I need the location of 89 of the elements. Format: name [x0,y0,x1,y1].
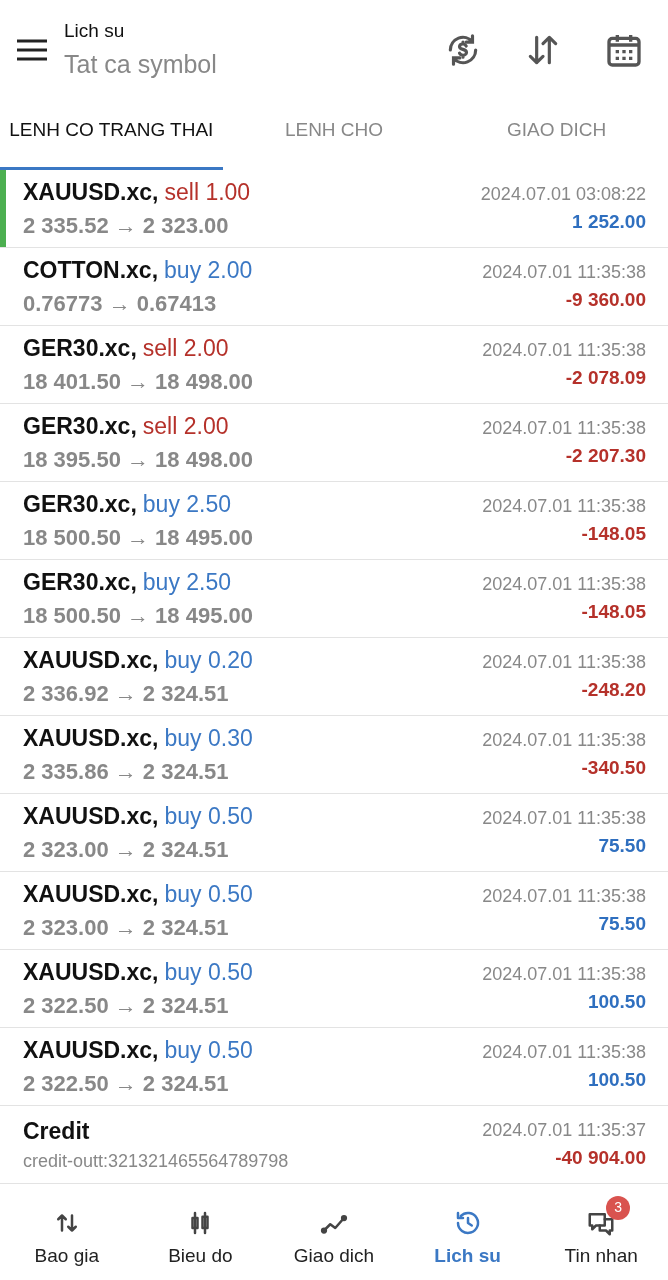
history-row[interactable]: XAUUSD.xc, buy 0.50 2 322.50 → 2 324.51 2024.07.01 11:35:38 100.50 [0,950,668,1028]
symbol-label: COTTON.xc, [23,255,159,285]
unread-badge: 3 [606,1195,631,1220]
menu-icon[interactable] [16,38,48,62]
screen-title: Lich su [64,19,126,43]
nav-tab[interactable]: 3 Tin nhan [534,1193,668,1271]
history-row[interactable]: XAUUSD.xc, sell 1.00 2 335.52 → 2 323.00 2024.07.01 03:08:22 1 252.00 [0,170,668,248]
profit-value: 100.50 [587,1067,646,1092]
symbol-label: XAUUSD.xc, [23,957,159,987]
order-time: 2024.07.01 11:35:38 [482,884,646,908]
nav-tab[interactable]: Bieu do [133,1193,268,1271]
history-row[interactable]: XAUUSD.xc, buy 0.50 2 323.00 → 2 324.51 2024.07.01 11:35:38 75.50 [0,872,668,950]
profit-value: 100.50 [587,989,646,1014]
nav-tab[interactable]: Giao dich [267,1193,401,1271]
profit-value: -148.05 [581,521,646,546]
history-row[interactable]: XAUUSD.xc, buy 0.50 2 323.00 → 2 324.51 2024.07.01 11:35:38 75.50 [0,794,668,872]
nav-tab[interactable]: Bao gia [0,1193,134,1271]
history-row[interactable]: Credit credit-outt:321321465564789798 2024.07.01 11:35:37 -40 904.00 [0,1106,668,1184]
history-row[interactable]: GER30.xc, buy 2.50 18 500.50 → 18 495.00 2024.07.01 11:35:38 -148.05 [0,560,668,638]
price-range: 18 500.50 → 18 495.00 [23,602,254,631]
profit-value: -248.20 [581,677,646,702]
symbol-label: XAUUSD.xc, [23,645,159,675]
history-row[interactable]: XAUUSD.xc, buy 0.20 2 336.92 → 2 324.51 2024.07.01 11:35:38 -248.20 [0,638,668,716]
price-range: 2 335.52 → 2 323.00 [23,212,230,241]
credit-comment: credit-outt:321321465564789798 [23,1150,290,1174]
order-volume: buy 2.50 [142,489,232,519]
order-time: 2024.07.01 11:35:38 [482,1040,646,1064]
tab[interactable]: GIAO DICH [445,100,668,170]
order-time: 2024.07.01 03:08:22 [480,182,646,206]
price-range: 18 395.50 → 18 498.00 [23,446,254,475]
symbol-label: GER30.xc, [23,411,137,441]
price-range: 18 401.50 → 18 498.00 [23,368,254,397]
symbol-label: Credit [23,1116,90,1146]
order-volume: sell 2.00 [142,333,229,363]
order-volume: buy 2.50 [142,567,232,597]
symbol-label: GER30.xc, [23,489,137,519]
history-row[interactable]: GER30.xc, sell 2.00 18 395.50 → 18 498.00 2024.07.01 11:35:38 -2 207.30 [0,404,668,482]
order-volume: buy 0.50 [164,957,253,987]
price-range: 18 500.50 → 18 495.00 [23,524,254,553]
symbol-label: GER30.xc, [23,567,137,597]
tab[interactable]: LENH CHO [222,100,446,170]
profit-value: 75.50 [598,911,646,936]
tab[interactable]: LENH CO TRANG THAI [0,100,223,170]
price-range: 2 335.86 → 2 324.51 [23,758,230,787]
order-time: 2024.07.01 11:35:38 [482,962,646,986]
profit-value: -340.50 [581,755,646,780]
profit-value: -2 078.09 [565,365,646,390]
order-volume: buy 0.50 [164,879,253,909]
price-range: 2 323.00 → 2 324.51 [23,836,230,865]
profit-value: 1 252.00 [572,209,646,234]
symbol-label: XAUUSD.xc, [23,1035,159,1065]
price-range: 2 322.50 → 2 324.51 [23,1070,230,1099]
order-time: 2024.07.01 11:35:38 [482,494,646,518]
order-volume: buy 0.50 [164,801,253,831]
order-volume: sell 2.00 [142,411,229,441]
price-range: 2 336.92 → 2 324.51 [23,680,230,709]
order-volume: buy 2.00 [164,255,253,285]
order-volume: buy 0.30 [164,723,253,753]
order-time: 2024.07.01 11:35:38 [482,728,646,752]
order-volume: sell 1.00 [164,177,251,207]
symbol-label: XAUUSD.xc, [23,177,159,207]
profit-value: -40 904.00 [555,1145,646,1170]
symbol-label: XAUUSD.xc, [23,723,159,753]
order-time: 2024.07.01 11:35:38 [482,338,646,362]
price-range: 2 322.50 → 2 324.51 [23,992,230,1021]
profit-value: -9 360.00 [565,287,646,312]
history-row[interactable]: XAUUSD.xc, buy 0.30 2 335.86 → 2 324.51 2024.07.01 11:35:38 -340.50 [0,716,668,794]
symbol-label: XAUUSD.xc, [23,879,159,909]
profit-value: -148.05 [581,599,646,624]
order-time: 2024.07.01 11:35:38 [482,650,646,674]
symbol-label: GER30.xc, [23,333,137,363]
history-row[interactable]: XAUUSD.xc, buy 0.50 2 322.50 → 2 324.51 2024.07.01 11:35:38 100.50 [0,1028,668,1106]
price-range: 0.76773 → 0.67413 [23,290,218,319]
order-time: 2024.07.01 11:35:38 [482,806,646,830]
order-volume: buy 0.50 [164,1035,253,1065]
history-row[interactable]: GER30.xc, sell 2.00 18 401.50 → 18 498.00 2024.07.01 11:35:38 -2 078.09 [0,326,668,404]
profit-value: -2 207.30 [565,443,646,468]
profit-value: 75.50 [598,833,646,858]
order-time: 2024.07.01 11:35:38 [482,416,646,440]
order-volume: buy 0.20 [164,645,253,675]
symbol-filter[interactable]: Tat ca symbol [64,45,444,83]
symbol-label: XAUUSD.xc, [23,801,159,831]
history-row[interactable]: COTTON.xc, buy 2.00 0.76773 → 0.67413 2024.07.01 11:35:38 -9 360.00 [0,248,668,326]
price-range: 2 323.00 → 2 324.51 [23,914,230,943]
order-time: 2024.07.01 11:35:37 [482,1118,646,1142]
order-time: 2024.07.01 11:35:38 [482,572,646,596]
history-row[interactable]: GER30.xc, buy 2.50 18 500.50 → 18 495.00 2024.07.01 11:35:38 -148.05 [0,482,668,560]
order-time: 2024.07.01 11:35:38 [482,260,646,284]
nav-tab[interactable]: Lich su [400,1193,535,1271]
